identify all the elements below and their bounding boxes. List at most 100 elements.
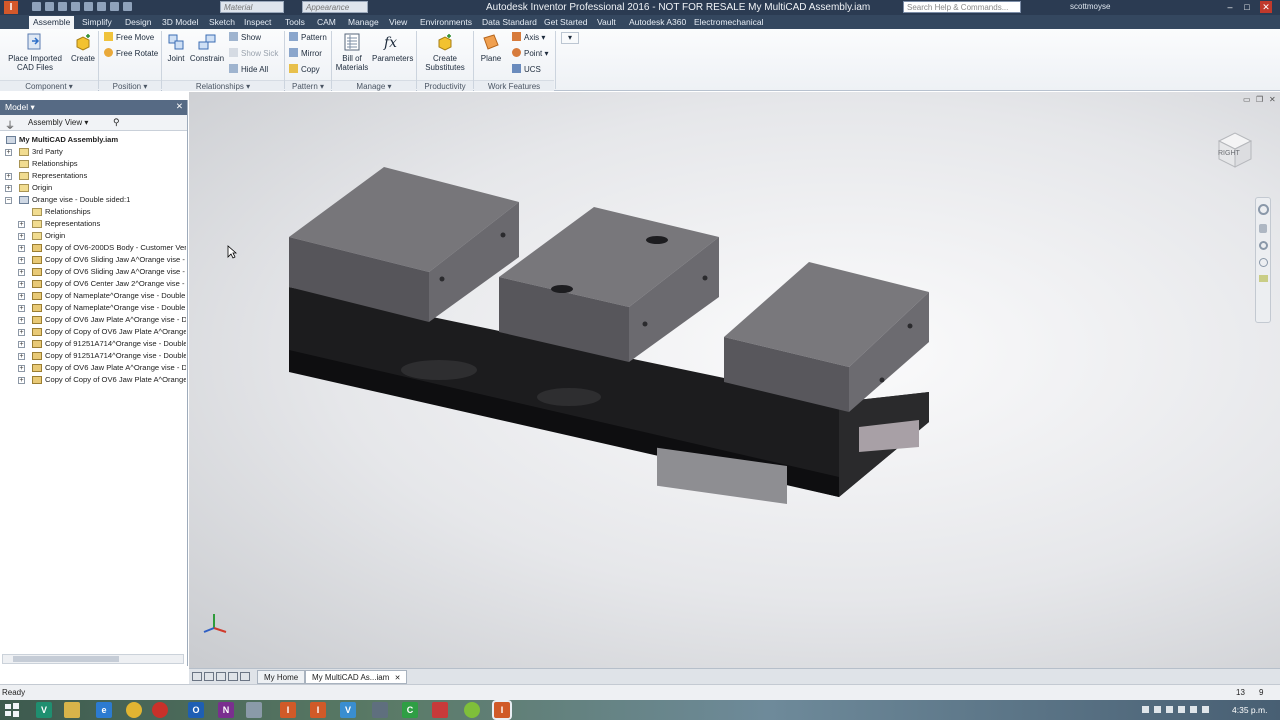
expand-icon[interactable]: + — [18, 245, 25, 252]
tree-node[interactable]: + Copy of OV6-200DS Body - Customer Versi… — [2, 242, 186, 254]
select-icon[interactable] — [123, 2, 132, 11]
my-home-tab[interactable]: My Home — [257, 670, 306, 684]
tree-node[interactable]: Relationships — [2, 206, 186, 218]
bill-of-materials-button[interactable]: Bill of Materials — [334, 32, 370, 72]
tree-node[interactable]: + Copy of OV6 Jaw Plate A^Orange vise - D… — [2, 362, 186, 374]
browser-title[interactable]: Model ▾ — [5, 102, 35, 112]
free-move-button[interactable]: Free Move — [104, 32, 154, 44]
home-icon[interactable] — [97, 2, 106, 11]
show-sick-button[interactable]: Show Sick — [229, 48, 278, 60]
tab-design[interactable]: Design — [121, 16, 155, 29]
tab-3d-model[interactable]: 3D Model — [158, 16, 202, 29]
collapse-icon[interactable]: − — [5, 197, 12, 204]
tab-manage[interactable]: Manage — [344, 16, 383, 29]
tab-data-standard[interactable]: Data Standard — [478, 16, 541, 29]
user-name[interactable]: scottmoyse — [1070, 2, 1110, 11]
ucs-button[interactable]: UCS — [512, 64, 541, 76]
expand-icon[interactable]: + — [18, 269, 25, 276]
parameters-button[interactable]: fx Parameters — [372, 32, 413, 63]
plane-button[interactable]: Plane — [477, 32, 505, 63]
tree-node[interactable]: + Copy of OV6 Center Jaw 2^Orange vise - … — [2, 278, 186, 290]
tree-node[interactable]: + Origin — [2, 182, 186, 194]
chrome-browser-icon[interactable] — [126, 702, 142, 718]
joint-button[interactable]: Joint — [164, 32, 188, 63]
expand-icon[interactable]: + — [18, 353, 25, 360]
place-imported-cad-button[interactable]: Place Imported CAD Files — [6, 32, 64, 72]
tree-node[interactable]: + Copy of 91251A714^Orange vise - Double … — [2, 338, 186, 350]
tree-node[interactable]: + Copy of 91251A714^Orange vise - Double … — [2, 350, 186, 362]
pattern-panel-label[interactable]: Pattern ▾ — [285, 80, 331, 91]
expand-icon[interactable]: + — [18, 281, 25, 288]
layout-icon[interactable] — [216, 672, 226, 681]
viewport-close-icon[interactable]: ✕ — [1269, 95, 1276, 104]
look-at-icon[interactable] — [1258, 275, 1268, 282]
create-component-button[interactable]: Create — [68, 32, 98, 63]
tree-node[interactable]: My MultiCAD Assembly.iam — [2, 134, 186, 146]
tab-simplify[interactable]: Simplify — [78, 16, 116, 29]
create-substitutes-button[interactable]: Create Substitutes — [420, 32, 470, 72]
eject-icon[interactable] — [240, 672, 250, 681]
tab-sketch[interactable]: Sketch — [205, 16, 239, 29]
tree-node[interactable]: + Representations — [2, 170, 186, 182]
expand-icon[interactable]: + — [18, 221, 25, 228]
expand-icon[interactable]: + — [18, 365, 25, 372]
ie-browser-icon[interactable]: e — [96, 702, 112, 718]
component-panel-label[interactable]: Component ▾ — [0, 80, 98, 91]
tree-node[interactable]: + Copy of Nameplate^Orange vise - Double … — [2, 302, 186, 314]
find-binoculars-icon[interactable]: ⚲ — [113, 117, 120, 128]
tab-close-icon[interactable]: ✕ — [395, 675, 401, 682]
tab-autodesk-a360[interactable]: Autodesk A360 — [625, 16, 690, 29]
browser-close-icon[interactable]: ✕ — [176, 101, 183, 112]
expand-icon[interactable]: + — [18, 377, 25, 384]
tree-node[interactable]: + Copy of OV6 Sliding Jaw A^Orange vise -… — [2, 254, 186, 266]
filter-icon[interactable]: ⏚ — [5, 117, 15, 132]
new-icon[interactable] — [32, 2, 41, 11]
tray-icon[interactable] — [1154, 706, 1161, 713]
scrollbar-thumb[interactable] — [13, 656, 119, 662]
taskbar-app-icon[interactable] — [432, 702, 448, 718]
search-help-input[interactable]: Search Help & Commands... — [903, 1, 1021, 13]
viewcube[interactable]: RIGHT — [1213, 127, 1257, 171]
assembly-view-dropdown[interactable]: Assembly View ▾ — [28, 118, 88, 127]
inventor-taskbar-icon[interactable]: I — [494, 702, 510, 718]
tree-node[interactable]: + Copy of OV6 Jaw Plate A^Orange vise - D… — [2, 314, 186, 326]
inventor-logo-icon[interactable]: I — [4, 1, 18, 14]
vault-taskbar-icon[interactable]: V — [340, 702, 356, 718]
taskbar-app-icon[interactable] — [246, 702, 262, 718]
viewport-minimize-icon[interactable]: ▭ — [1243, 95, 1251, 104]
show-button[interactable]: Show — [229, 32, 261, 44]
expand-icon[interactable]: + — [18, 305, 25, 312]
inventor-taskbar-icon[interactable]: I — [280, 702, 296, 718]
tree-node[interactable]: + Representations — [2, 218, 186, 230]
windows-start-icon[interactable] — [4, 702, 20, 718]
manage-panel-label[interactable]: Manage ▾ — [332, 80, 416, 91]
ribbon-options-button[interactable]: ▾ — [561, 32, 579, 44]
expand-icon[interactable]: + — [18, 257, 25, 264]
view-layout-buttons[interactable] — [192, 672, 250, 681]
tree-node[interactable]: + Copy of OV6 Sliding Jaw A^Orange vise -… — [2, 266, 186, 278]
work-features-panel-label[interactable]: Work Features — [474, 80, 554, 91]
tab-view[interactable]: View — [385, 16, 411, 29]
tab-cam[interactable]: CAM — [313, 16, 340, 29]
layout-icon[interactable] — [192, 672, 202, 681]
tree-node[interactable]: + Origin — [2, 230, 186, 242]
onenote-icon[interactable]: N — [218, 702, 234, 718]
taskbar-app-icon[interactable] — [372, 702, 388, 718]
constrain-button[interactable]: Constrain — [189, 32, 225, 63]
expand-icon[interactable]: + — [18, 341, 25, 348]
expand-icon[interactable]: + — [18, 317, 25, 324]
tray-icon[interactable] — [1166, 706, 1173, 713]
appearance-combo[interactable]: Appearance — [302, 1, 368, 13]
undo-icon[interactable] — [71, 2, 80, 11]
viewport-restore-icon[interactable]: ❐ — [1256, 95, 1263, 104]
hide-all-button[interactable]: Hide All — [229, 64, 268, 76]
inventor-taskbar-icon[interactable]: I — [310, 702, 326, 718]
orbit-icon[interactable] — [1258, 258, 1268, 267]
tree-node[interactable]: +3rd Party — [2, 146, 186, 158]
close-button[interactable]: ✕ — [1260, 1, 1272, 13]
pan-icon[interactable] — [1259, 224, 1267, 233]
taskbar-app-icon[interactable]: C — [402, 702, 418, 718]
tray-icon[interactable] — [1202, 706, 1209, 713]
minimize-button[interactable]: – — [1224, 1, 1236, 13]
browser-horizontal-scrollbar[interactable] — [2, 654, 184, 664]
